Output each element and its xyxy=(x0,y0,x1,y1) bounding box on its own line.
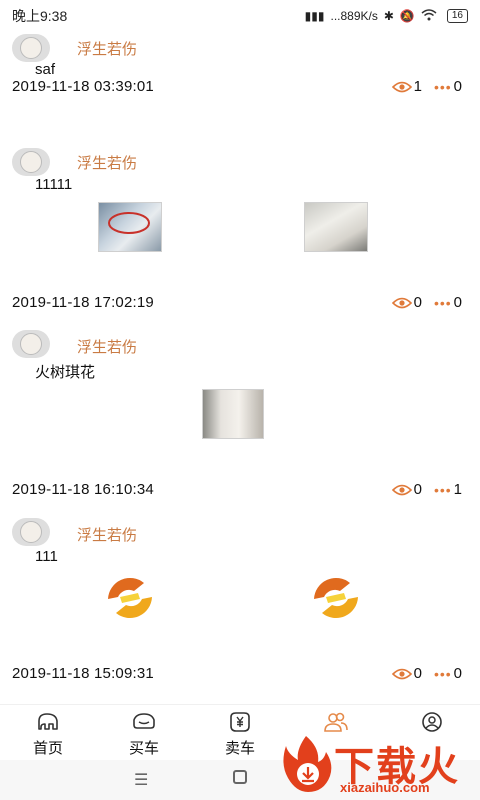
post-content: saf xyxy=(35,61,56,78)
post-stats: 0 ••• 0 xyxy=(391,294,462,311)
avatar[interactable] xyxy=(12,34,50,62)
more-dots-icon[interactable]: ••• xyxy=(434,295,452,311)
tab-label: 买车 xyxy=(128,740,159,757)
eye-icon xyxy=(391,484,412,496)
post-datetime: 2019-11-18 17:02:19 xyxy=(12,294,154,311)
home-square-icon[interactable] xyxy=(233,770,247,784)
post-feed[interactable]: 浮生若伤 saf 2019-11-18 03:39:01 1 ••• 0 浮生若伤… xyxy=(0,32,480,700)
post-image-thumbnail[interactable] xyxy=(98,202,162,252)
tab-buy-car[interactable]: 买车 xyxy=(96,705,192,758)
eye-icon xyxy=(391,668,412,680)
status-time: 晚上9:38 xyxy=(12,8,68,24)
post-content: 火树琪花 xyxy=(35,364,96,381)
mute-icon: 🔕 xyxy=(399,9,415,23)
view-count: 0 xyxy=(413,481,422,498)
tab-label: 首页 xyxy=(32,740,63,757)
avatar[interactable] xyxy=(12,148,50,176)
watermark: 下载火 xiazaihuo.com xyxy=(278,734,468,798)
signal-icon: ▮▮▮ xyxy=(304,9,325,23)
post-stats: 1 ••• 0 xyxy=(391,78,462,95)
comment-count: 1 xyxy=(453,481,462,498)
network-speed: ...889K/s xyxy=(330,9,378,23)
post-content: 111 xyxy=(35,548,58,565)
post-datetime: 2019-11-18 15:09:31 xyxy=(12,665,154,682)
post-image-thumbnail[interactable] xyxy=(304,573,368,623)
post-username[interactable]: 浮生若伤 xyxy=(77,524,137,545)
view-count: 1 xyxy=(413,78,422,95)
view-count: 0 xyxy=(413,665,422,682)
post-datetime: 2019-11-18 16:10:34 xyxy=(12,481,154,498)
wifi-icon xyxy=(421,8,437,24)
post-datetime: 2019-11-18 03:39:01 xyxy=(12,78,154,95)
status-icons: ▮▮▮ ...889K/s ✱ 🔕 16 xyxy=(304,8,468,24)
avatar[interactable] xyxy=(12,518,50,546)
more-dots-icon[interactable]: ••• xyxy=(434,666,452,682)
post-image-thumbnail[interactable] xyxy=(304,202,368,252)
comment-count: 0 xyxy=(453,294,462,311)
eye-icon xyxy=(391,81,412,93)
tab-profile[interactable] xyxy=(384,705,480,737)
watermark-url: xiazaihuo.com xyxy=(340,780,430,795)
elephant-icon xyxy=(35,711,61,737)
comment-count: 0 xyxy=(453,78,462,95)
car-icon xyxy=(131,711,157,737)
post-image-thumbnail[interactable] xyxy=(98,573,162,623)
post-stats: 0 ••• 0 xyxy=(391,665,462,682)
tab-home[interactable]: 首页 xyxy=(0,705,96,758)
eye-icon xyxy=(391,297,412,309)
post-username[interactable]: 浮生若伤 xyxy=(77,336,137,357)
more-dots-icon[interactable]: ••• xyxy=(434,482,452,498)
post-content: 11111 xyxy=(35,176,73,193)
bluetooth-icon: ✱ xyxy=(383,9,394,23)
view-count: 0 xyxy=(413,294,422,311)
yen-tag-icon xyxy=(227,711,253,737)
tab-community[interactable] xyxy=(288,705,384,737)
post-image-thumbnail[interactable] xyxy=(202,389,264,439)
avatar[interactable] xyxy=(12,330,50,358)
tab-label: 卖车 xyxy=(224,740,255,757)
post-stats: 0 ••• 1 xyxy=(391,481,462,498)
comment-count: 0 xyxy=(453,665,462,682)
tab-sell-car[interactable]: 卖车 xyxy=(192,705,288,758)
post-username[interactable]: 浮生若伤 xyxy=(77,152,137,173)
status-bar: 晚上9:38 ▮▮▮ ...889K/s ✱ 🔕 16 xyxy=(0,0,480,32)
battery-indicator: 16 xyxy=(446,9,468,23)
post-username[interactable]: 浮生若伤 xyxy=(77,38,137,59)
more-dots-icon[interactable]: ••• xyxy=(434,79,452,95)
flame-logo-icon xyxy=(283,736,332,792)
menu-icon[interactable]: ☰ xyxy=(134,770,148,790)
